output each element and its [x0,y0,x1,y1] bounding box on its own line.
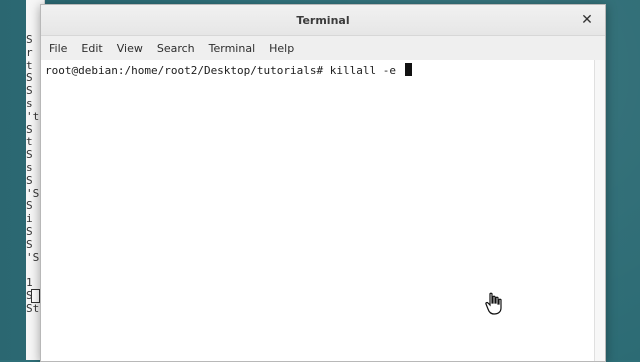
command-line[interactable]: root@debian:/home/root2/Desktop/tutorial… [45,63,412,77]
menu-search[interactable]: Search [157,40,195,57]
window-title: Terminal [296,13,350,27]
terminal-titlebar[interactable]: Terminal ✕ [41,5,605,36]
text-cursor [404,63,412,76]
hand-pointer-icon [485,292,502,315]
shell-prompt: root@debian:/home/root2/Desktop/tutorial… [45,64,324,77]
menu-edit[interactable]: Edit [81,40,102,57]
menu-bar: File Edit View Search Terminal Help [41,36,605,61]
menu-file[interactable]: File [49,40,67,57]
scrollbar[interactable] [594,60,605,361]
menu-terminal[interactable]: Terminal [209,40,256,57]
menu-help[interactable]: Help [269,40,294,57]
background-window-cursor [31,289,40,303]
terminal-output-area[interactable]: root@debian:/home/root2/Desktop/tutorial… [41,60,605,361]
menu-view[interactable]: View [117,40,143,57]
close-icon[interactable]: ✕ [579,12,595,28]
command-text: killall -e [329,64,397,77]
terminal-window[interactable]: Terminal ✕ File Edit View Search Termina… [40,4,606,362]
